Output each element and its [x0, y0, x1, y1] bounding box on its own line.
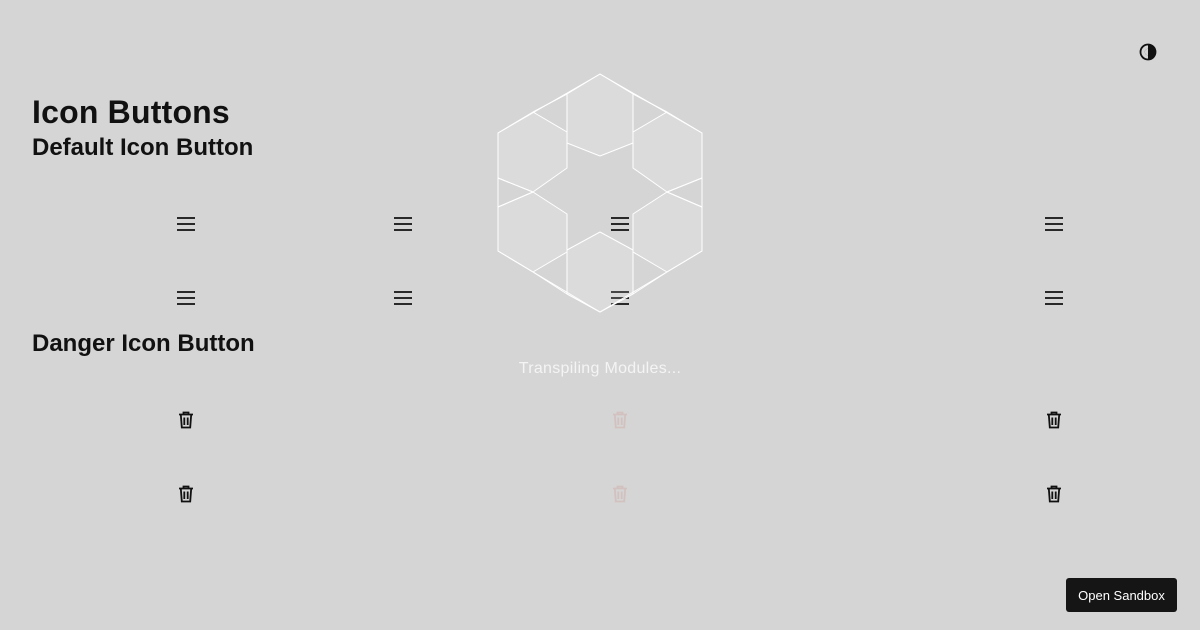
menu-icon [394, 291, 412, 305]
menu-icon [394, 217, 412, 231]
page: Icon Buttons Default Icon Button Danger … [0, 0, 1200, 630]
menu-icon [1045, 217, 1063, 231]
danger-icon-button[interactable] [1037, 477, 1071, 511]
danger-icon-button-grid [32, 376, 1168, 524]
contrast-icon [1139, 43, 1157, 61]
sandbox-loader-logo [497, 73, 703, 313]
default-icon-button[interactable] [169, 207, 203, 241]
default-icon-button[interactable] [386, 207, 420, 241]
danger-icon-button[interactable] [169, 477, 203, 511]
menu-icon [177, 291, 195, 305]
danger-icon-button-disabled [603, 477, 637, 511]
danger-section-title: Danger Icon Button [32, 330, 255, 357]
default-icon-button[interactable] [169, 281, 203, 315]
default-icon-button[interactable] [1037, 281, 1071, 315]
trash-icon [1047, 411, 1061, 429]
danger-icon-button-disabled [603, 403, 637, 437]
default-icon-button[interactable] [1037, 207, 1071, 241]
theme-toggle-button[interactable] [1136, 40, 1160, 64]
trash-icon [613, 485, 627, 503]
open-sandbox-button[interactable]: Open Sandbox [1066, 578, 1177, 612]
trash-icon [613, 411, 627, 429]
loading-status-text: Transpiling Modules... [518, 360, 682, 377]
danger-icon-button[interactable] [1037, 403, 1071, 437]
trash-icon [1047, 485, 1061, 503]
danger-icon-button[interactable] [169, 403, 203, 437]
trash-icon [179, 485, 193, 503]
menu-icon [1045, 291, 1063, 305]
menu-icon [177, 217, 195, 231]
default-icon-button[interactable] [386, 281, 420, 315]
trash-icon [179, 411, 193, 429]
